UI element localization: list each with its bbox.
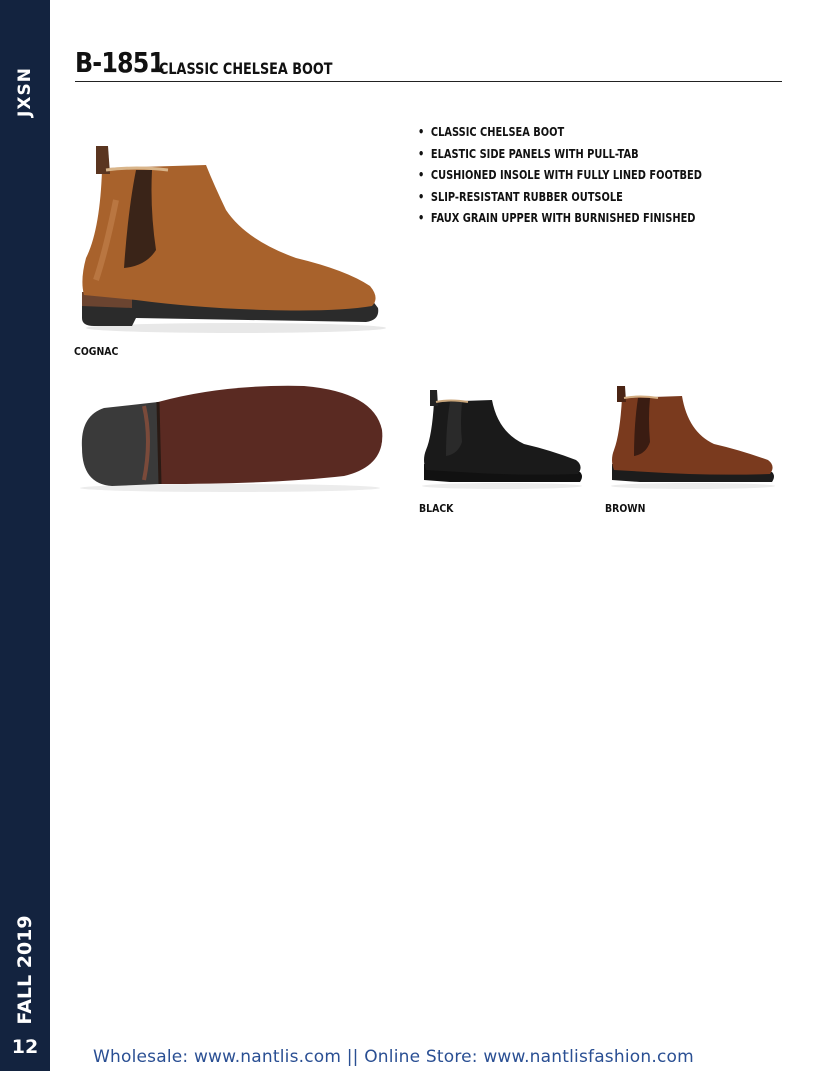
feature-item: CLASSIC CHELSEA BOOT: [418, 124, 702, 146]
feature-item: ELASTIC SIDE PANELS WITH PULL-TAB: [418, 146, 702, 168]
color-label-cognac: COGNAC: [74, 345, 119, 358]
boot-upper: [82, 165, 376, 311]
boot-photo-cognac: [82, 146, 386, 333]
page-number: 12: [11, 1036, 39, 1058]
boot-photo-black: [422, 390, 582, 489]
feature-item: CUSHIONED INSOLE WITH FULLY LINED FOOTBE…: [418, 167, 702, 189]
footer-links[interactable]: Wholesale: www.nantlis.com || Online Sto…: [93, 1047, 694, 1067]
season-label: FALL 2019: [14, 915, 36, 1025]
style-name: CLASSIC CHELSEA BOOT: [159, 59, 333, 78]
feature-item: SLIP-RESISTANT RUBBER OUTSOLE: [418, 189, 702, 211]
color-label-black: BLACK: [419, 502, 454, 515]
product-header: B-1851 CLASSIC CHELSEA BOOT: [75, 46, 782, 82]
boot-sole-photo: [80, 385, 383, 492]
style-number: B-1851: [75, 46, 165, 79]
feature-item: FAUX GRAIN UPPER WITH BURNISHED FINISHED: [418, 210, 702, 232]
brand-logo: JXSN: [15, 67, 35, 117]
sidebar: JXSN FALL 2019 12: [0, 0, 50, 1071]
color-label-brown: BROWN: [605, 502, 646, 515]
feature-list: CLASSIC CHELSEA BOOT ELASTIC SIDE PANELS…: [418, 124, 764, 232]
boot-photo-brown: [611, 386, 775, 489]
